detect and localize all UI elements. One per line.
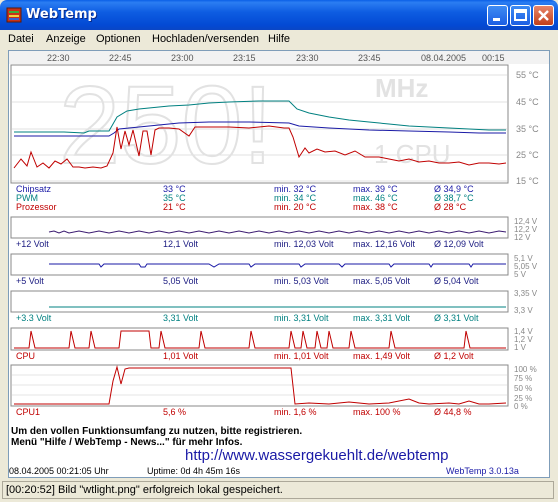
time-tick: 08.04.2005 — [421, 53, 466, 63]
minimize-button[interactable] — [487, 5, 508, 26]
volt12-avg: Ø 12,09 Volt — [434, 239, 484, 249]
monitor-canvas: 22:30 22:45 23:00 23:15 23:30 23:45 08.0… — [9, 51, 549, 476]
prozessor-min: min. 20 °C — [274, 202, 317, 212]
menu-datei[interactable]: Datei — [8, 33, 34, 45]
volt33-name: +3.3 Volt — [16, 313, 52, 323]
volt33-scale: 3,35 V — [514, 289, 538, 298]
volt33-avg: Ø 3,31 Volt — [434, 313, 479, 323]
cpu1-min: min. 1,6 % — [274, 407, 317, 417]
menu-anzeige[interactable]: Anzeige — [46, 33, 86, 45]
title-bar: WebTemp — [0, 0, 558, 30]
volt12-legend: +12 Volt 12,1 Volt min. 12,03 Volt max. … — [16, 239, 484, 249]
close-button[interactable] — [533, 5, 554, 26]
volt12-chart-frame — [10, 216, 509, 239]
volt12-scale: 12 V — [514, 233, 531, 242]
cpu-volt-max: max. 1,49 Volt — [353, 351, 411, 361]
volt5-legend: +5 Volt 5,05 Volt min. 5,03 Volt max. 5,… — [16, 276, 479, 286]
time-tick: 23:30 — [296, 53, 319, 63]
volt33-scale: 3,3 V — [514, 306, 533, 315]
status-panel: [00:20:52] Bild "wtlight.png" erfolgreic… — [2, 481, 554, 499]
big-cpu-label: 1 CPU — [374, 139, 451, 169]
volt12-name: +12 Volt — [16, 239, 49, 249]
prozessor-max: max. 38 °C — [353, 202, 398, 212]
cpu1-legend: CPU1 5,6 % min. 1,6 % max. 100 % Ø 44,8 … — [16, 407, 472, 417]
cpu-volt-scale: 1 V — [514, 343, 527, 352]
cpu1-scale: 75 % — [514, 374, 532, 383]
volt12-min: min. 12,03 Volt — [274, 239, 334, 249]
volt33-legend: +3.3 Volt 3,31 Volt min. 3,31 Volt max. … — [16, 313, 479, 323]
volt33-min: min. 3,31 Volt — [274, 313, 329, 323]
volt33-current: 3,31 Volt — [163, 313, 199, 323]
volt5-name: +5 Volt — [16, 276, 44, 286]
volt12-current: 12,1 Volt — [163, 239, 199, 249]
maximize-button[interactable] — [510, 5, 531, 26]
cpu1-name: CPU1 — [16, 407, 40, 417]
volt12-max: max. 12,16 Volt — [353, 239, 416, 249]
volt33-chart-frame — [10, 290, 509, 313]
maximize-icon — [514, 9, 527, 21]
volt5-min: min. 5,03 Volt — [274, 276, 329, 286]
volt5-scale: 5 V — [514, 270, 527, 279]
homepage-link[interactable]: http://www.wassergekuehlt.de/webtemp — [185, 447, 448, 464]
menu-bar: Datei Anzeige Optionen Hochladen/versend… — [0, 30, 558, 48]
cpu1-scale: 100 % — [514, 365, 537, 374]
cpu1-scale: 0 % — [514, 402, 528, 411]
webtemp-window: WebTemp Datei Anzeige Optionen Hochladen… — [0, 0, 558, 502]
time-tick: 23:00 — [171, 53, 194, 63]
temp-scale-label: 45 °C — [516, 97, 539, 107]
temp-scale-label: 55 °C — [516, 70, 539, 80]
volt5-avg: Ø 5,04 Volt — [434, 276, 479, 286]
prozessor-avg: Ø 28 °C — [434, 202, 467, 212]
version-label: WebTemp 3.0.13a — [446, 466, 519, 476]
big-frequency-readout: 250! — [59, 64, 273, 187]
cpu-volt-chart-frame — [10, 327, 509, 351]
time-tick: 00:15 — [482, 53, 505, 63]
menu-hilfe[interactable]: Hilfe — [268, 33, 290, 45]
monitor-panel: 22:30 22:45 23:00 23:15 23:30 23:45 08.0… — [8, 50, 550, 478]
big-unit-label: MHz — [375, 73, 428, 103]
cpu-volt-avg: Ø 1,2 Volt — [434, 351, 474, 361]
prozessor-current: 21 °C — [163, 202, 186, 212]
temp-legend: Chipsatz 33 °C min. 32 °C max. 39 °C Ø 3… — [16, 184, 474, 212]
menu-hochladen-versenden[interactable]: Hochladen/versenden — [152, 33, 259, 45]
current-datetime: 08.04.2005 00:21:05 Uhr — [9, 466, 109, 476]
status-message: [00:20:52] Bild "wtlight.png" erfolgreic… — [6, 484, 283, 496]
cpu-volt-name: CPU — [16, 351, 35, 361]
cpu1-scale: 50 % — [514, 384, 532, 393]
cpu1-current: 5,6 % — [163, 407, 186, 417]
close-icon — [538, 10, 549, 21]
time-tick: 23:45 — [358, 53, 381, 63]
menu-optionen[interactable]: Optionen — [96, 33, 141, 45]
cpu-volt-min: min. 1,01 Volt — [274, 351, 329, 361]
temp-scale-label: 15 °C — [516, 176, 539, 186]
prozessor-name: Prozessor — [16, 202, 57, 212]
status-bar: [00:20:52] Bild "wtlight.png" erfolgreic… — [0, 480, 558, 502]
time-tick: 22:45 — [109, 53, 132, 63]
uptime: Uptime: 0d 4h 45m 16s — [147, 466, 241, 476]
cpu-volt-legend: CPU 1,01 Volt min. 1,01 Volt max. 1,49 V… — [16, 351, 474, 361]
time-tick: 22:30 — [47, 53, 70, 63]
temp-scale-label: 25 °C — [516, 150, 539, 160]
volt5-max: max. 5,05 Volt — [353, 276, 411, 286]
registration-notice: Um den vollen Funktionsumfang zu nutzen,… — [11, 426, 302, 437]
cpu1-avg: Ø 44,8 % — [434, 407, 472, 417]
temp-scale-label: 35 °C — [516, 124, 539, 134]
volt33-max: max. 3,31 Volt — [353, 313, 411, 323]
volt5-current: 5,05 Volt — [163, 276, 199, 286]
webtemp-app-icon — [6, 7, 22, 23]
cpu1-max: max. 100 % — [353, 407, 401, 417]
cpu-volt-current: 1,01 Volt — [163, 351, 199, 361]
time-axis-bar — [9, 51, 549, 64]
minimize-icon — [493, 18, 500, 21]
time-tick: 23:15 — [233, 53, 256, 63]
window-title: WebTemp — [26, 7, 97, 22]
